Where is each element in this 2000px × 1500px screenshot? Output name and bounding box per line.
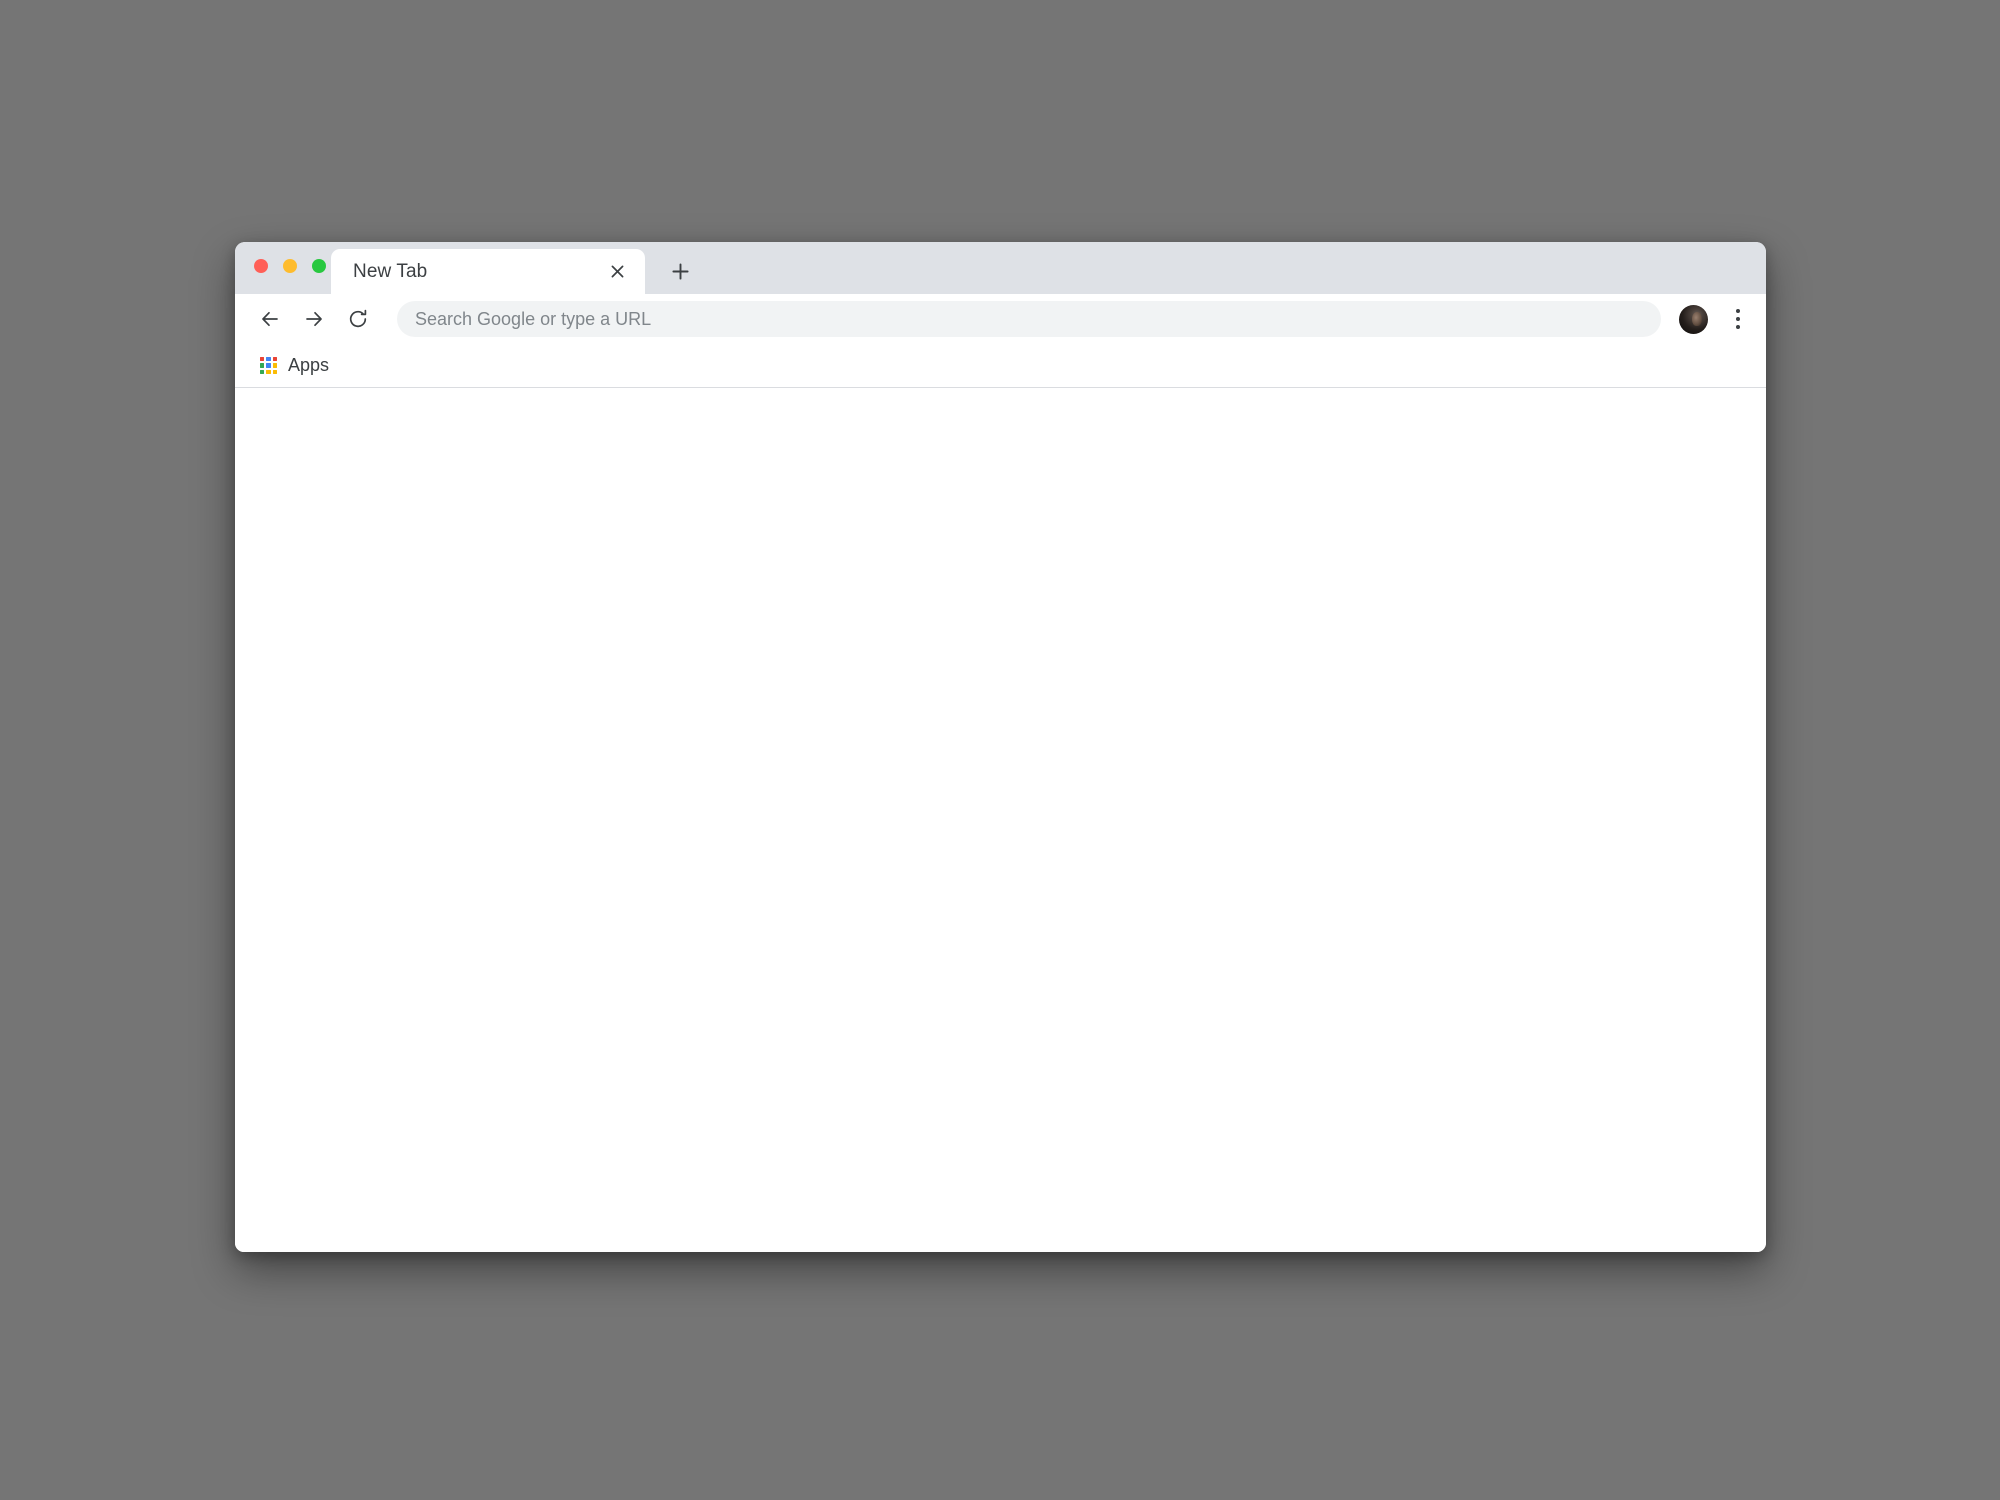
plus-icon (671, 262, 689, 280)
forward-button[interactable] (295, 300, 333, 338)
menu-dot (1736, 325, 1740, 329)
apps-grid-icon (260, 357, 277, 374)
apps-dot (272, 357, 277, 362)
bookmark-label: Apps (288, 355, 330, 375)
menu-dot (1736, 317, 1740, 321)
back-button[interactable] (251, 300, 289, 338)
browser-window: New Tab Search Google or type a URL Apps (235, 242, 1766, 1252)
tab-list: New Tab (331, 242, 701, 294)
maximize-window-button[interactable] (312, 259, 326, 273)
tab-new-tab[interactable]: New Tab (331, 249, 645, 294)
apps-dot (266, 369, 271, 374)
bookmarks-bar: Apps (235, 344, 1766, 388)
close-window-button[interactable] (254, 259, 268, 273)
apps-dot (272, 369, 277, 374)
minimize-window-button[interactable] (283, 259, 297, 273)
apps-dot (266, 357, 271, 362)
apps-dot (260, 369, 265, 374)
window-controls (254, 259, 326, 273)
menu-dot (1736, 309, 1740, 313)
page-viewport (235, 388, 1766, 1252)
arrow-left-icon (262, 311, 278, 327)
reload-button[interactable] (339, 300, 377, 338)
tab-strip: New Tab (235, 242, 1766, 294)
arrow-right-icon (306, 311, 322, 327)
new-tab-button[interactable] (659, 250, 701, 292)
apps-dot (260, 363, 265, 368)
avatar[interactable] (1679, 304, 1708, 334)
browser-toolbar (235, 294, 1766, 344)
apps-dot (272, 363, 277, 368)
close-icon[interactable] (603, 258, 631, 286)
reload-icon (349, 309, 367, 328)
three-dots-vertical-icon[interactable] (1722, 303, 1754, 335)
bookmark-item-apps[interactable]: Apps (251, 350, 338, 381)
apps-dot (260, 357, 265, 362)
address-bar[interactable] (397, 301, 1661, 337)
search-input[interactable] (415, 308, 1643, 330)
apps-dot (266, 363, 271, 368)
tab-title: New Tab (353, 260, 428, 282)
